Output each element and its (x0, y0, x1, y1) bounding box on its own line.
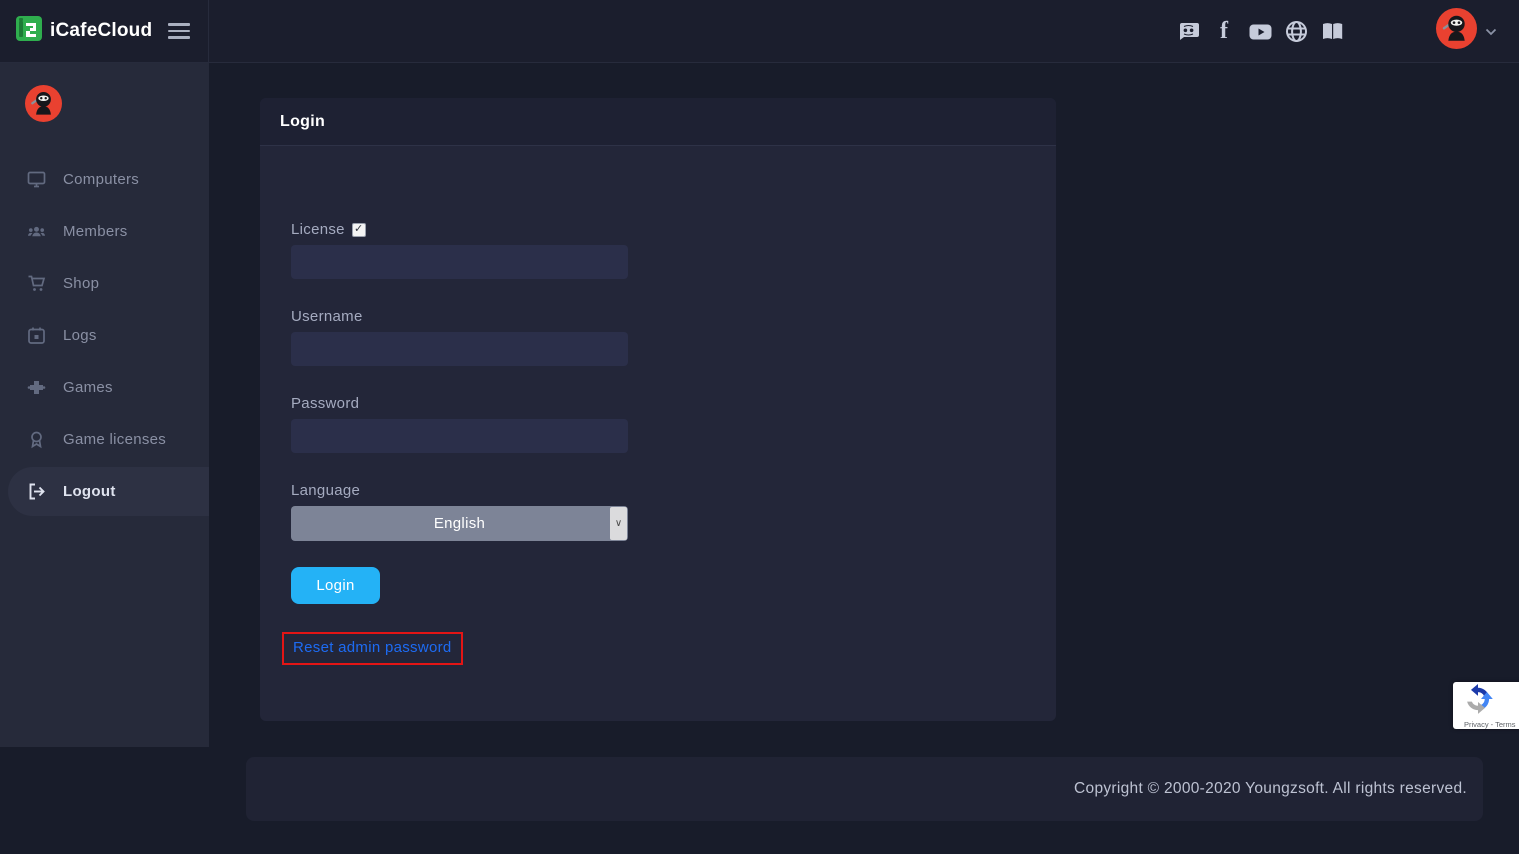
globe-icon[interactable] (1278, 13, 1314, 49)
facebook-icon[interactable]: f (1206, 13, 1242, 49)
sidebar-toggle-hamburger-icon[interactable] (168, 23, 190, 39)
main-content: Login License ✓ Username Password (209, 63, 1519, 854)
license-label-row: License ✓ (291, 221, 628, 238)
license-label: License (291, 221, 345, 238)
logout-icon (27, 482, 46, 501)
user-menu[interactable] (1436, 8, 1497, 54)
sidebar-item-label: Game licenses (63, 431, 166, 448)
license-checkbox[interactable]: ✓ (352, 223, 366, 237)
navbar-right: f (1170, 0, 1519, 62)
sidebar-item-games[interactable]: Games (0, 361, 209, 413)
language-group: Language English ∨ (291, 482, 628, 541)
sidebar-item-label: Logs (63, 327, 97, 344)
password-input[interactable] (291, 419, 628, 453)
sidebar-item-label: Members (63, 223, 128, 240)
username-input[interactable] (291, 332, 628, 366)
docs-book-icon[interactable] (1314, 13, 1350, 49)
license-badge-icon (27, 430, 46, 449)
footer: Copyright © 2000-2020 Youngzsoft. All ri… (246, 757, 1483, 821)
calendar-icon (27, 326, 46, 345)
sidebar: Computers Members Shop (0, 63, 209, 747)
sidebar-item-label: Computers (63, 171, 139, 188)
monitor-icon (27, 170, 46, 189)
ninja-avatar (1436, 8, 1477, 54)
recaptcha-logo-icon (1463, 684, 1493, 719)
members-icon (27, 222, 46, 241)
cart-icon (27, 274, 46, 293)
annotation-red-box: Reset admin password (282, 632, 463, 665)
language-label: Language (291, 482, 360, 499)
brand-section: iCafeCloud (0, 0, 209, 62)
top-navbar: iCafeCloud f (0, 0, 1519, 63)
brand-logo[interactable]: iCafeCloud (16, 15, 152, 47)
gamepad-icon (27, 378, 46, 397)
sidebar-item-game-licenses[interactable]: Game licenses (0, 413, 209, 465)
login-form: License ✓ Username Password Langua (260, 146, 1056, 665)
page-title: Login (280, 113, 325, 131)
username-label: Username (291, 308, 363, 325)
brand-name: iCafeCloud (50, 20, 152, 42)
license-input[interactable] (291, 245, 628, 279)
sidebar-nav: Computers Members Shop (0, 153, 209, 517)
password-group: Password (291, 395, 628, 453)
login-card: Login License ✓ Username Password (260, 98, 1056, 721)
sidebar-ninja-avatar[interactable] (25, 85, 209, 127)
icafecloud-logo-icon (16, 15, 43, 47)
sidebar-item-computers[interactable]: Computers (0, 153, 209, 205)
chevron-down-icon (1485, 24, 1497, 39)
select-chevron-down-icon: ∨ (610, 507, 627, 540)
discord-icon[interactable] (1170, 13, 1206, 49)
sidebar-item-label: Logout (63, 483, 116, 500)
recaptcha-badge[interactable]: Privacy - Terms (1453, 682, 1519, 729)
password-label: Password (291, 395, 359, 412)
youtube-icon[interactable] (1242, 13, 1278, 49)
reset-admin-password-link[interactable]: Reset admin password (293, 639, 452, 656)
language-select[interactable]: English ∨ (291, 506, 628, 541)
license-group: License ✓ (291, 221, 628, 279)
copyright-text: Copyright © 2000-2020 Youngzsoft. All ri… (1074, 780, 1467, 798)
login-card-header: Login (260, 98, 1056, 146)
sidebar-item-logs[interactable]: Logs (0, 309, 209, 361)
sidebar-item-members[interactable]: Members (0, 205, 209, 257)
sidebar-item-label: Games (63, 379, 113, 396)
username-group: Username (291, 308, 628, 366)
sidebar-item-logout[interactable]: Logout (8, 467, 209, 516)
sidebar-item-label: Shop (63, 275, 99, 292)
sidebar-item-shop[interactable]: Shop (0, 257, 209, 309)
login-button[interactable]: Login (291, 567, 380, 604)
language-selected-value: English (434, 515, 485, 532)
recaptcha-privacy-terms[interactable]: Privacy - Terms (1463, 720, 1516, 729)
